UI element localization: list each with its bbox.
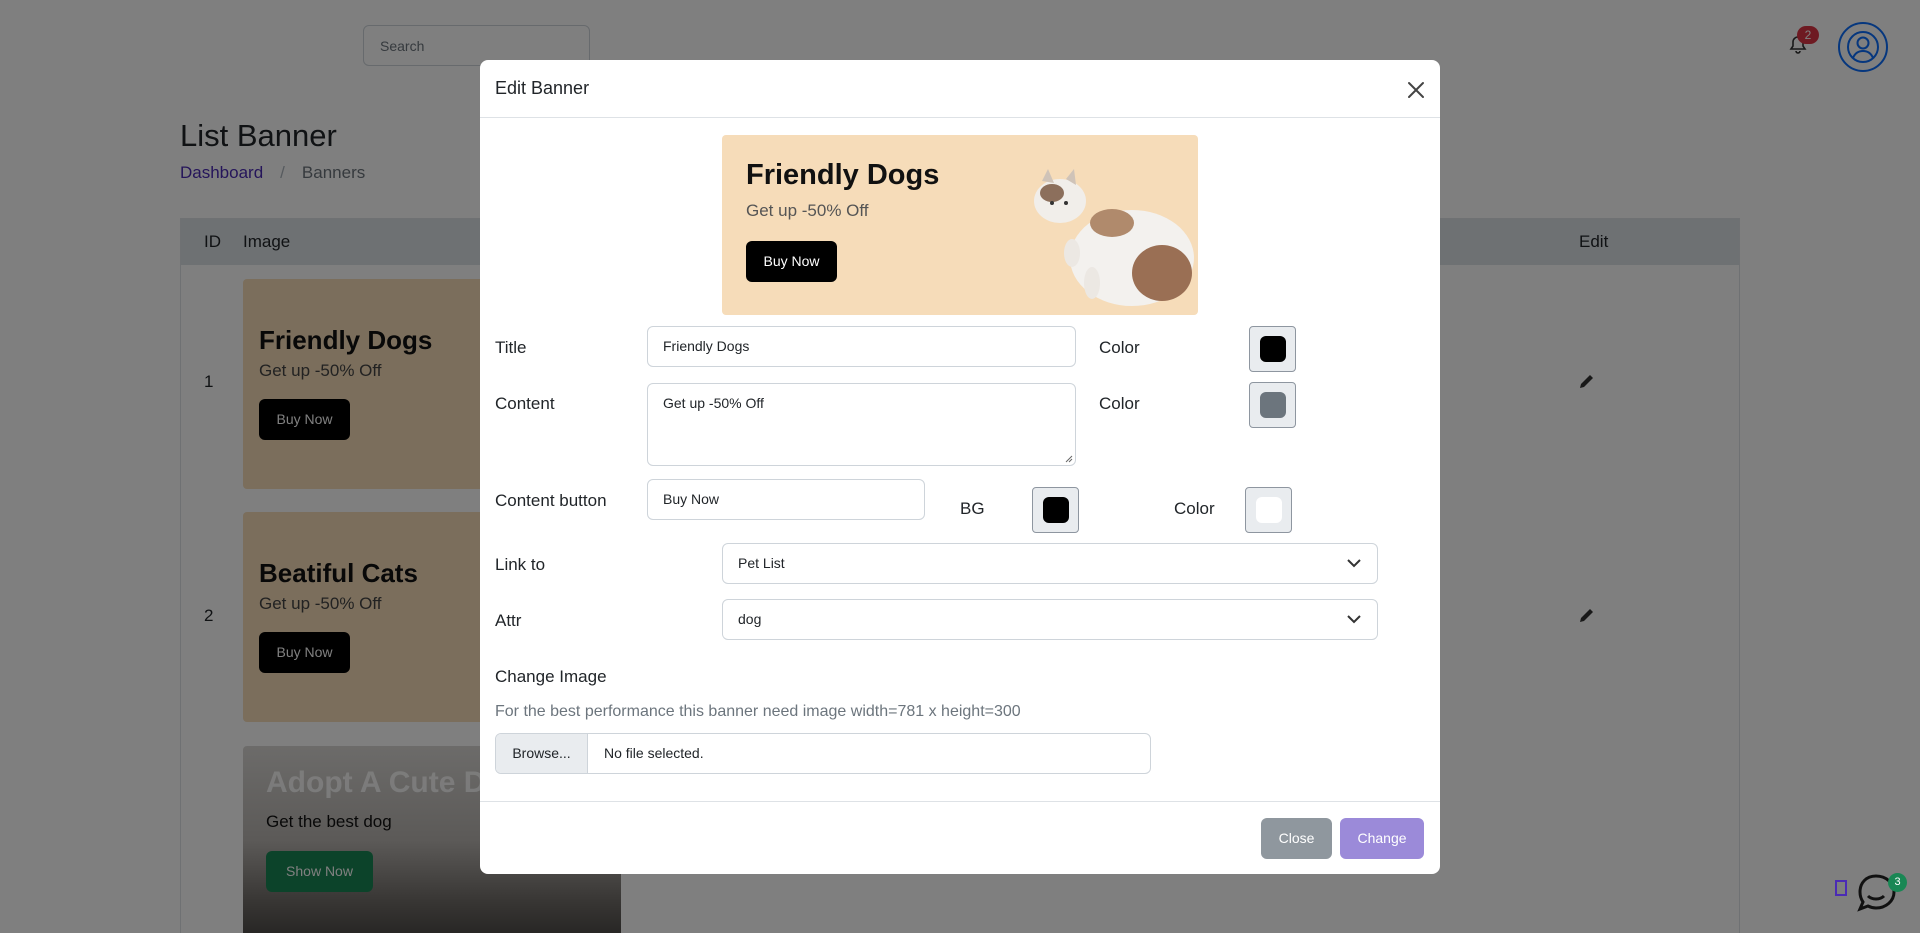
- image-size-hint: For the best performance this banner nee…: [495, 703, 1021, 720]
- banner-preview: Friendly Dogs Get up -50% Off Buy Now: [722, 135, 1198, 315]
- content-color-swatch: [1259, 392, 1286, 418]
- change-image-label: Change Image: [495, 667, 607, 686]
- close-icon[interactable]: [1405, 79, 1427, 101]
- button-text-input[interactable]: Buy Now: [647, 479, 925, 520]
- title-color-picker[interactable]: [1249, 326, 1296, 372]
- content-text: Get up -50% Off: [663, 395, 764, 411]
- link-to-value: Pet List: [738, 555, 785, 571]
- file-status: No file selected.: [604, 745, 704, 761]
- attr-select[interactable]: dog: [722, 599, 1378, 640]
- content-textarea[interactable]: Get up -50% Off: [647, 383, 1076, 466]
- attr-label: Attr: [495, 611, 522, 630]
- content-color-label: Color: [1099, 394, 1140, 413]
- link-to-select[interactable]: Pet List: [722, 543, 1378, 584]
- preview-title: Friendly Dogs: [746, 159, 940, 191]
- button-color-picker[interactable]: [1245, 487, 1292, 533]
- title-input[interactable]: Friendly Dogs: [647, 326, 1076, 367]
- title-color-label: Color: [1099, 338, 1140, 357]
- button-bg-color-picker[interactable]: [1032, 487, 1079, 533]
- resize-handle-icon[interactable]: [1065, 455, 1073, 463]
- content-color-picker[interactable]: [1249, 382, 1296, 428]
- cat-image: [1034, 169, 1194, 306]
- edit-banner-modal: Edit Banner Friendly Dogs Get up -50% Of…: [480, 60, 1440, 874]
- preview-button: Buy Now: [746, 241, 837, 282]
- title-label: Title: [495, 338, 527, 357]
- chat-badge: 3: [1888, 873, 1907, 892]
- button-color-label: Color: [1174, 499, 1215, 518]
- button-bg-swatch: [1042, 497, 1069, 523]
- button-bg-label: BG: [960, 499, 985, 518]
- browse-button[interactable]: Browse...: [496, 734, 588, 773]
- content-label: Content: [495, 394, 555, 413]
- modal-title: Edit Banner: [495, 78, 590, 98]
- button-text-label: Content button: [495, 491, 607, 510]
- link-to-label: Link to: [495, 555, 546, 574]
- image-file-input[interactable]: Browse... No file selected.: [495, 733, 1151, 774]
- title-color-swatch: [1259, 336, 1286, 362]
- close-button[interactable]: Close: [1261, 818, 1332, 859]
- bookmark-icon[interactable]: [1835, 880, 1847, 896]
- chevron-down-icon: [1347, 559, 1361, 568]
- button-color-swatch: [1255, 497, 1282, 523]
- preview-content: Get up -50% Off: [746, 201, 869, 220]
- attr-value: dog: [738, 611, 762, 627]
- modal-header: Edit Banner: [480, 60, 1440, 118]
- change-button[interactable]: Change: [1340, 818, 1424, 859]
- modal-footer: Close Change: [480, 801, 1440, 874]
- chevron-down-icon: [1347, 615, 1361, 624]
